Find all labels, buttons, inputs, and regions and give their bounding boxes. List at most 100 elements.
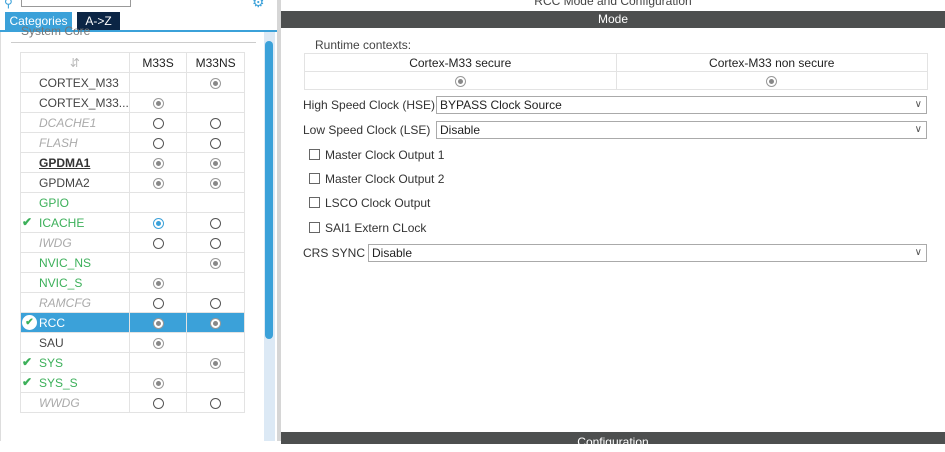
ip-name[interactable]: DCACHE1 <box>20 112 130 133</box>
check-icon: ✔ <box>22 215 33 229</box>
table-row[interactable]: FLASH <box>20 132 245 153</box>
radio-icon[interactable] <box>210 297 222 309</box>
radio-icon[interactable] <box>210 217 222 229</box>
table-row[interactable]: ✔ SYS <box>20 352 245 373</box>
table-row[interactable]: CORTEX_M33... <box>20 92 245 113</box>
radio-icon[interactable] <box>152 397 164 409</box>
radio-icon[interactable] <box>210 137 222 149</box>
ip-name[interactable]: WWDG <box>20 392 130 413</box>
lse-value: Disable <box>440 123 481 137</box>
ip-label: WWDG <box>39 395 80 410</box>
checkbox-label: Master Clock Output 1 <box>325 148 445 162</box>
ip-name[interactable]: ✔ RCC <box>20 312 130 333</box>
radio-icon[interactable] <box>210 117 222 129</box>
table-row[interactable]: NVIC_NS <box>20 252 245 273</box>
radio-icon[interactable] <box>210 357 222 369</box>
lse-label: Low Speed Clock (LSE) <box>303 123 431 137</box>
search-input[interactable] <box>21 0 131 7</box>
ip-name[interactable]: ✔ SYS <box>20 352 130 373</box>
checkbox-icon[interactable] <box>309 173 320 184</box>
cell-m33s <box>128 332 188 353</box>
context-non-secure-radio[interactable] <box>766 75 778 87</box>
hse-select[interactable]: BYPASS Clock Source ∨ <box>436 96 927 114</box>
ip-label: CORTEX_M33 <box>39 75 119 90</box>
table-row[interactable]: CORTEX_M33 <box>20 72 245 93</box>
table-row[interactable]: ✔ ICACHE <box>20 212 245 233</box>
table-row[interactable]: ✔ RCC <box>20 312 245 333</box>
ip-name[interactable]: GPDMA1 <box>20 152 130 173</box>
cell-m33ns <box>186 372 245 393</box>
checkbox-label: SAI1 Extern CLock <box>325 221 427 235</box>
radio-icon[interactable] <box>210 317 222 329</box>
lsco-checkbox[interactable]: LSCO Clock Output <box>309 194 430 212</box>
table-row[interactable]: DCACHE1 <box>20 112 245 133</box>
cell-m33ns <box>186 232 245 253</box>
runtime-contexts-label: Runtime contexts: <box>315 38 412 52</box>
table-row[interactable]: WWDG <box>20 392 245 413</box>
sai1-checkbox[interactable]: SAI1 Extern CLock <box>309 219 426 237</box>
checkbox-icon[interactable] <box>309 197 320 208</box>
cell-m33s <box>128 272 188 293</box>
checkbox-icon[interactable] <box>309 149 320 160</box>
ip-label: NVIC_S <box>39 275 83 290</box>
radio-icon[interactable] <box>152 117 164 129</box>
table-row[interactable]: SAU <box>20 332 245 353</box>
gear-icon[interactable]: ⚙ <box>252 0 265 11</box>
scrollbar-thumb[interactable] <box>265 41 273 339</box>
checkbox-icon[interactable] <box>309 222 320 233</box>
cell-m33ns <box>186 132 245 153</box>
radio-icon[interactable] <box>152 157 164 169</box>
ip-name[interactable]: GPDMA2 <box>20 172 130 193</box>
ip-name[interactable]: CORTEX_M33 <box>20 72 130 93</box>
cell-m33s <box>128 292 188 313</box>
radio-icon[interactable] <box>152 317 164 329</box>
radio-icon[interactable] <box>210 177 222 189</box>
context-secure: Cortex-M33 secure <box>304 53 617 72</box>
radio-icon[interactable] <box>210 257 222 269</box>
radio-icon[interactable] <box>152 217 164 229</box>
radio-icon[interactable] <box>210 157 222 169</box>
ip-name[interactable]: SAU <box>20 332 130 353</box>
ip-name[interactable]: CORTEX_M33... <box>20 92 130 113</box>
ip-name[interactable]: NVIC_NS <box>20 252 130 273</box>
ip-name[interactable]: IWDG <box>20 232 130 253</box>
table-row[interactable]: RAMCFG <box>20 292 245 313</box>
table-row[interactable]: ✔ SYS_S <box>20 372 245 393</box>
radio-icon[interactable] <box>210 237 222 249</box>
cell-m33s <box>128 92 188 113</box>
sort-icon[interactable]: ⇵ <box>20 52 130 73</box>
chevron-down-icon: ∨ <box>914 124 922 135</box>
radio-icon[interactable] <box>152 377 164 389</box>
context-non-secure: Cortex-M33 non secure <box>615 53 928 72</box>
ip-name[interactable]: FLASH <box>20 132 130 153</box>
radio-icon[interactable] <box>210 77 222 89</box>
ip-label: SYS <box>39 355 64 370</box>
cell-m33s <box>128 252 188 273</box>
context-secure-radio[interactable] <box>454 75 466 87</box>
table-row[interactable]: GPDMA1 <box>20 152 245 173</box>
ip-name[interactable]: NVIC_S <box>20 272 130 293</box>
radio-icon[interactable] <box>210 397 222 409</box>
radio-icon[interactable] <box>152 97 164 109</box>
radio-icon[interactable] <box>152 337 164 349</box>
table-row[interactable]: GPIO <box>20 192 245 213</box>
table-row[interactable]: IWDG <box>20 232 245 253</box>
ip-name[interactable]: RAMCFG <box>20 292 130 313</box>
ip-name[interactable]: ✔ SYS_S <box>20 372 130 393</box>
lse-select[interactable]: Disable ∨ <box>436 121 927 139</box>
table-row[interactable]: GPDMA2 <box>20 172 245 193</box>
radio-icon[interactable] <box>152 237 164 249</box>
radio-icon[interactable] <box>152 297 164 309</box>
ip-name[interactable]: ✔ ICACHE <box>20 212 130 233</box>
radio-icon[interactable] <box>152 277 164 289</box>
radio-icon[interactable] <box>152 177 164 189</box>
mco2-checkbox[interactable]: Master Clock Output 2 <box>309 170 444 188</box>
cell-m33s <box>128 212 188 233</box>
table-row[interactable]: NVIC_S <box>20 272 245 293</box>
crs-select[interactable]: Disable ∨ <box>368 244 927 262</box>
ip-name[interactable]: GPIO <box>20 192 130 213</box>
checkbox-label: Master Clock Output 2 <box>325 172 445 186</box>
mco1-checkbox[interactable]: Master Clock Output 1 <box>309 146 444 164</box>
radio-icon[interactable] <box>152 137 164 149</box>
search-icon[interactable]: ⚲ <box>4 0 13 10</box>
